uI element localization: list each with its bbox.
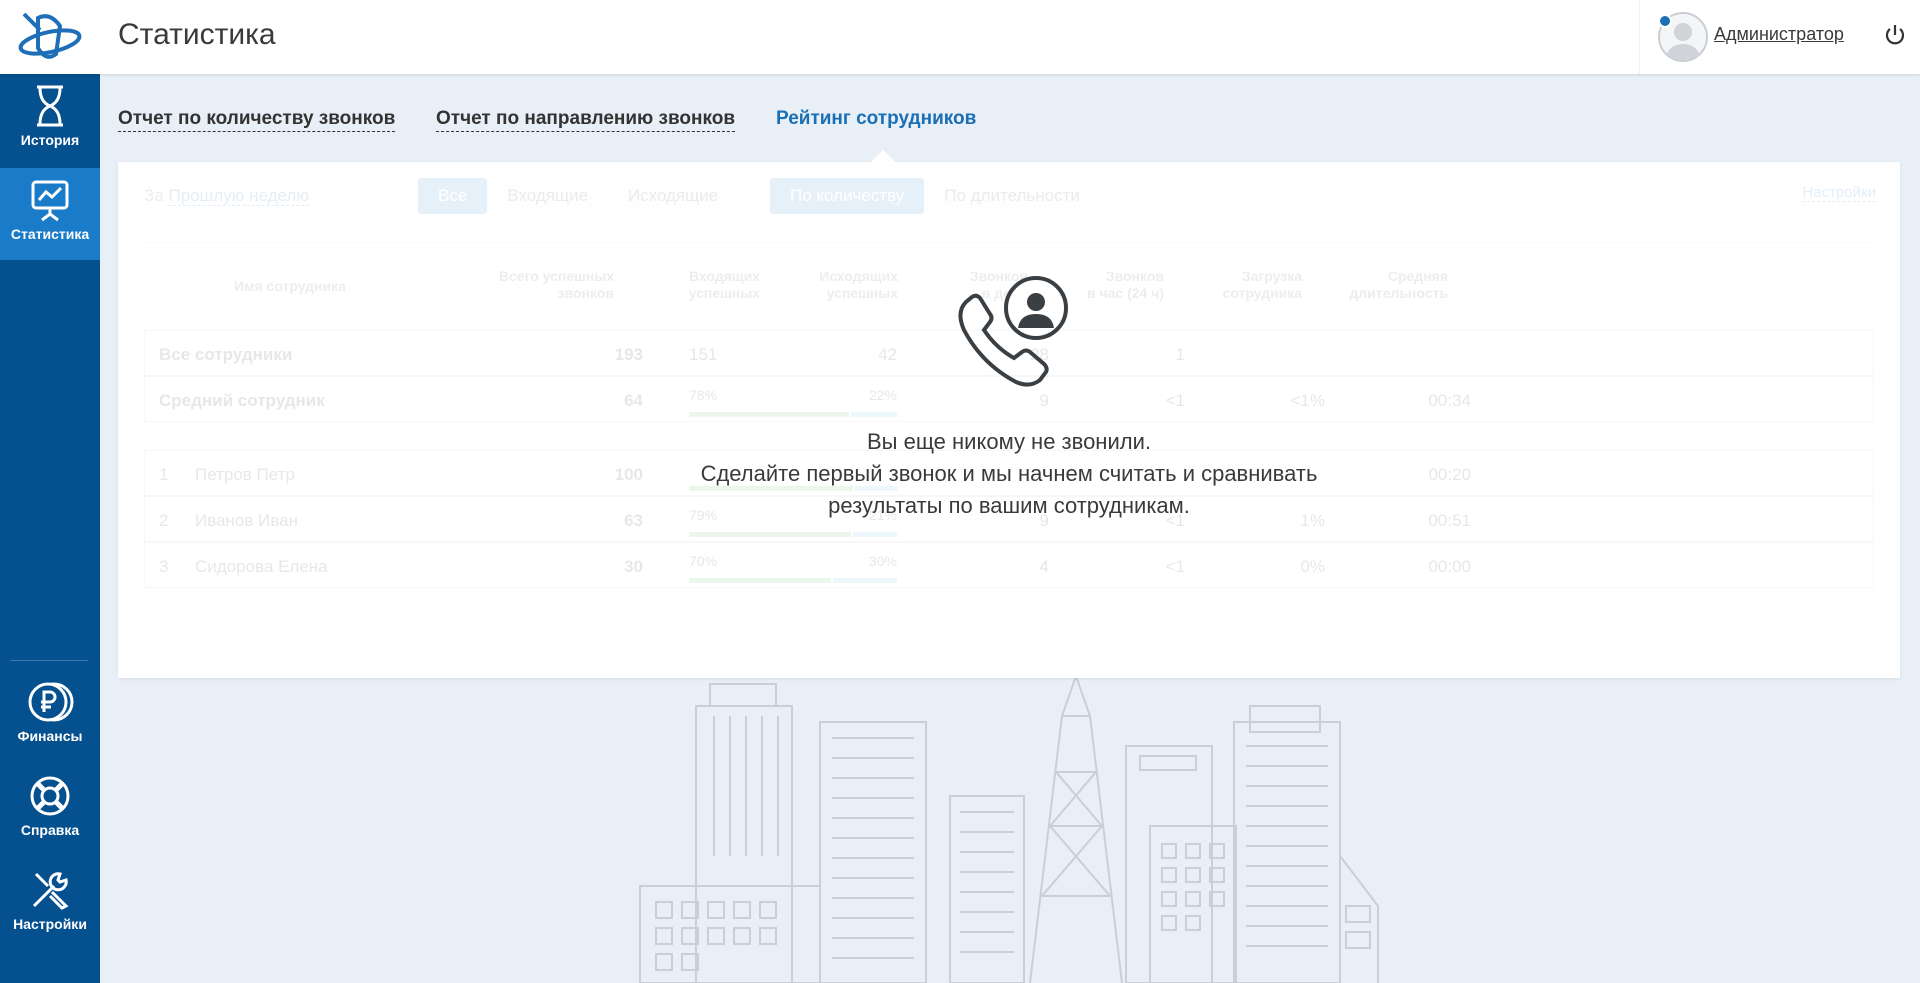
sidebar-item-label: Настройки <box>13 916 87 932</box>
lifebuoy-icon <box>30 776 70 816</box>
logo-icon[interactable] <box>16 8 84 66</box>
sidebar-item-settings[interactable]: Настройки <box>0 858 100 950</box>
sidebar: История Статистика Финансы Справка Настр… <box>0 74 100 983</box>
sidebar-item-help[interactable]: Справка <box>0 764 100 856</box>
top-header: Статистика Администратор <box>0 0 1920 74</box>
phone-user-icon <box>958 276 1068 387</box>
empty-line-2: Сделайте первый звонок и мы начнем счита… <box>700 461 1318 486</box>
hourglass-icon <box>37 85 63 127</box>
page-title: Статистика <box>118 18 276 51</box>
sidebar-item-label: Финансы <box>17 728 83 744</box>
empty-line-3: результаты по вашим сотрудникам. <box>828 493 1190 518</box>
ruble-coins-icon <box>28 682 74 722</box>
empty-line-1: Вы еще никому не звонили. <box>866 429 1151 454</box>
sidebar-item-finance[interactable]: Финансы <box>0 670 100 762</box>
tools-icon <box>32 872 69 910</box>
tab-calls-count[interactable]: Отчет по количеству звонков <box>118 108 396 132</box>
tab-employee-rating[interactable]: Рейтинг сотрудников <box>776 108 976 131</box>
user-area: Администратор <box>1639 0 1920 74</box>
city-skyline-illustration <box>639 676 1379 983</box>
empty-state: Вы еще никому не звонили. Сделайте первы… <box>118 162 1900 678</box>
sidebar-divider <box>10 660 88 661</box>
power-icon[interactable] <box>1884 24 1906 46</box>
tab-calls-direction[interactable]: Отчет по направлению звонков <box>436 108 736 132</box>
sidebar-item-label: Статистика <box>10 226 90 242</box>
online-status-dot <box>1658 14 1672 28</box>
empty-state-message: Вы еще никому не звонили. Сделайте первы… <box>118 426 1900 522</box>
sidebar-item-label: Справка <box>20 822 80 838</box>
sidebar-item-label: История <box>20 132 80 148</box>
presentation-chart-icon <box>31 180 69 222</box>
sidebar-item-statistics[interactable]: Статистика <box>0 168 100 260</box>
user-name-link[interactable]: Администратор <box>1714 24 1844 45</box>
sidebar-item-history[interactable]: История <box>0 74 100 166</box>
